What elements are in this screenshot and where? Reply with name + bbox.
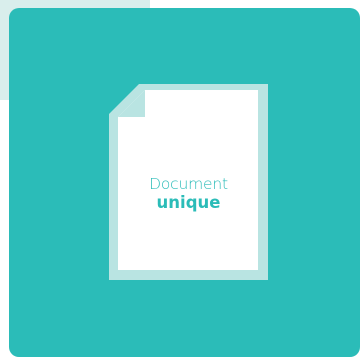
page: Document unique xyxy=(0,0,363,361)
document-title: Document xyxy=(149,175,228,193)
document-subtitle: unique xyxy=(156,192,221,212)
feature-card: Document unique xyxy=(9,8,360,357)
document-icon: Document unique xyxy=(109,84,268,280)
document-caption: Document unique xyxy=(109,175,268,213)
